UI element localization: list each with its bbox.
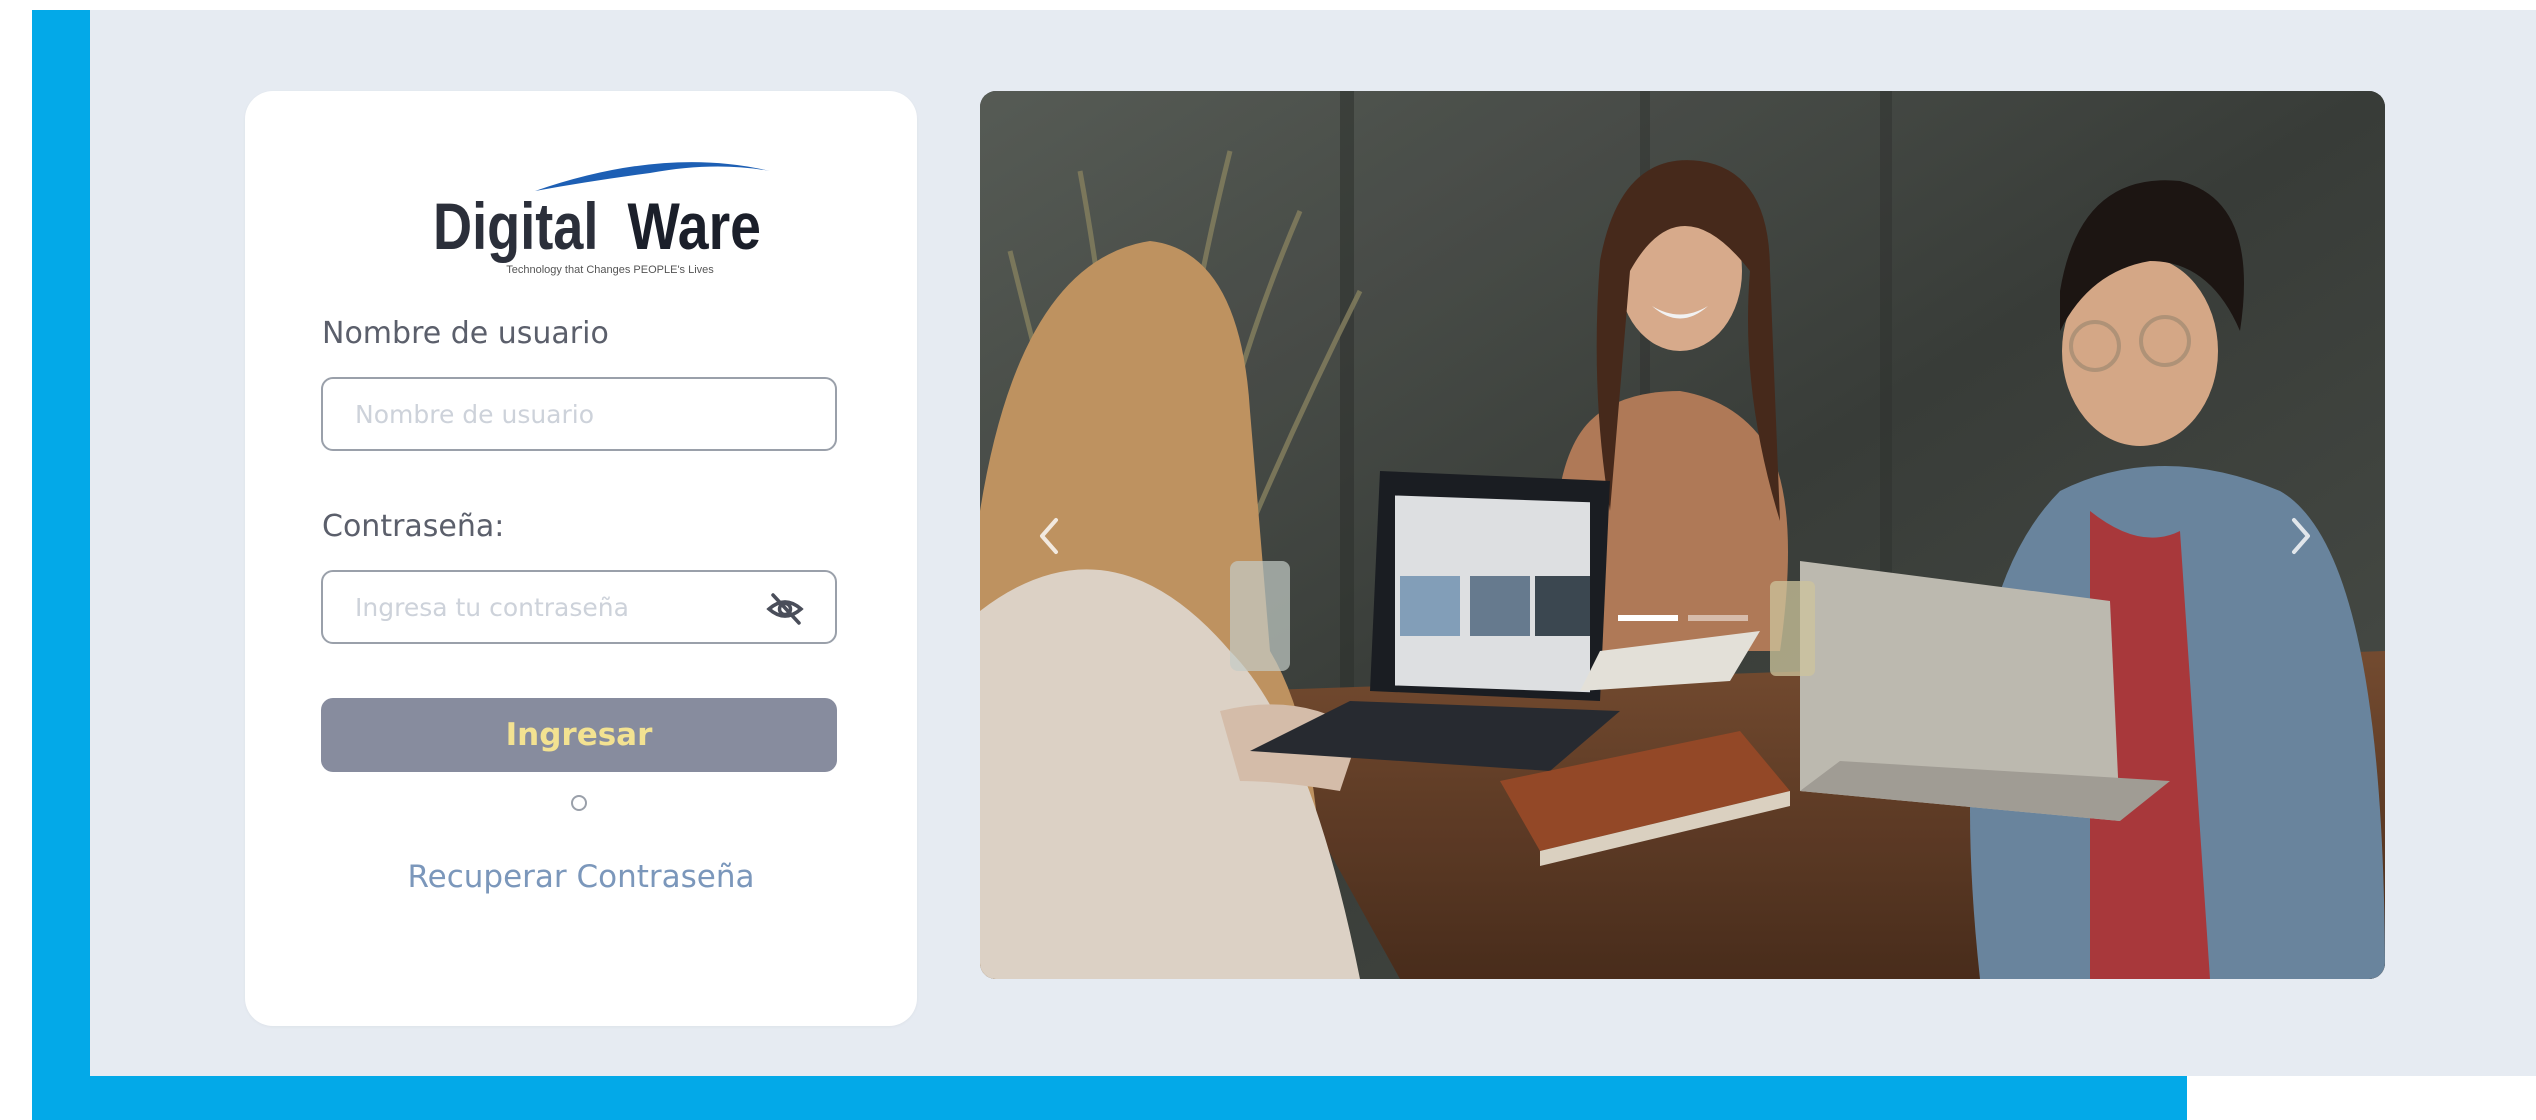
- recover-password-link[interactable]: Recuperar Contraseña: [245, 859, 917, 895]
- carousel-indicator-2[interactable]: [1687, 615, 1748, 621]
- password-label: Contraseña:: [322, 509, 505, 544]
- username-input[interactable]: [353, 398, 757, 430]
- carousel-indicator-1[interactable]: [1617, 615, 1678, 621]
- password-input[interactable]: [353, 591, 757, 623]
- carousel-indicators: [980, 615, 2385, 621]
- login-button[interactable]: Ingresar: [321, 698, 837, 772]
- eye-slash-icon[interactable]: [765, 589, 805, 629]
- image-carousel: [980, 91, 2385, 979]
- loading-indicator: [571, 795, 587, 811]
- page: Digital Ware Technology that Changes PEO…: [0, 0, 2536, 1120]
- chevron-left-icon[interactable]: [1020, 496, 1080, 576]
- digitalware-logo: Digital Ware Technology that Changes PEO…: [433, 162, 770, 276]
- username-field-container: [321, 377, 837, 451]
- carousel-photo: [980, 91, 2385, 979]
- logo-tagline: Technology that Changes PEOPLE's Lives: [506, 264, 714, 276]
- logo-swoosh: [535, 162, 770, 191]
- login-card: Digital Ware Technology that Changes PEO…: [245, 91, 917, 1026]
- logo-text-digital: Digital: [433, 189, 598, 263]
- password-field-container: [321, 570, 837, 644]
- username-label: Nombre de usuario: [322, 316, 609, 351]
- logo-text-ware: Ware: [628, 189, 761, 263]
- chevron-right-icon[interactable]: [2270, 496, 2330, 576]
